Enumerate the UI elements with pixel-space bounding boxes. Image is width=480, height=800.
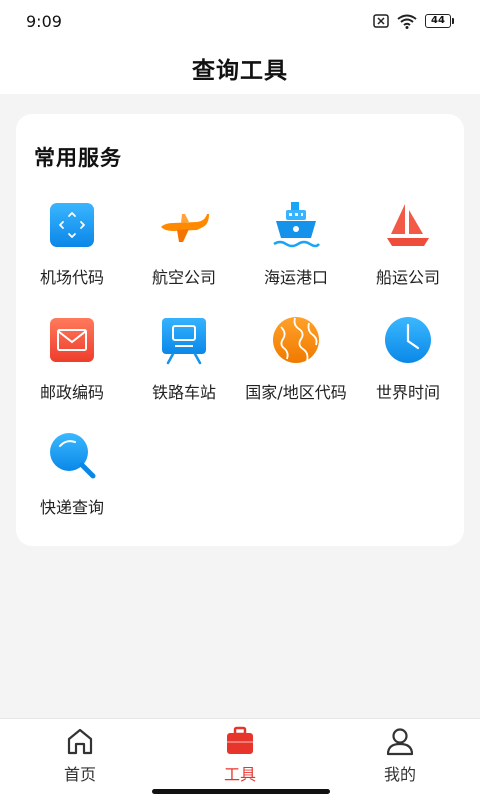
- airplane-icon: [161, 214, 209, 242]
- tool-label: 海运港口: [263, 268, 328, 287]
- clock-icon: [385, 317, 431, 363]
- status-bar: 9:09 44: [0, 0, 480, 42]
- tool-country-code[interactable]: 国家/地区代码: [240, 309, 352, 424]
- sailboat-icon: [387, 204, 429, 246]
- services-card: 常用服务 机场代码 航空公司 海运港口 船运公司 邮政编码 铁路车站 国家/地区…: [16, 114, 464, 546]
- home-indicator[interactable]: [152, 789, 330, 794]
- search-icon: [50, 433, 96, 479]
- battery-level: 44: [425, 14, 451, 28]
- nav-label: 我的: [383, 765, 416, 784]
- nav-label: 首页: [63, 765, 96, 784]
- wifi-icon: [397, 14, 417, 29]
- tool-airline[interactable]: 航空公司: [128, 194, 240, 309]
- status-icons: 44: [373, 14, 454, 29]
- nav-home[interactable]: 首页: [0, 719, 160, 800]
- bottom-nav: 首页 工具 我的: [0, 718, 480, 800]
- tool-label: 世界时间: [375, 383, 440, 402]
- tool-label: 邮政编码: [39, 383, 104, 402]
- sim-blocked-icon: [373, 14, 389, 28]
- airport-code-icon: [50, 203, 94, 247]
- mail-icon: [50, 318, 94, 362]
- home-icon: [67, 728, 93, 755]
- nav-label: 工具: [223, 765, 256, 784]
- tool-seaport[interactable]: 海运港口: [240, 194, 352, 309]
- tool-label: 机场代码: [39, 268, 104, 287]
- tool-express-query[interactable]: 快递查询: [16, 424, 128, 539]
- tool-postal-code[interactable]: 邮政编码: [16, 309, 128, 424]
- battery-icon: 44: [425, 14, 454, 28]
- ship-icon: [273, 202, 320, 248]
- tool-label: 船运公司: [375, 268, 440, 287]
- tool-world-time[interactable]: 世界时间: [352, 309, 464, 424]
- globe-icon: [273, 317, 319, 363]
- tool-label: 航空公司: [151, 268, 216, 287]
- toolbox-icon: [227, 726, 253, 754]
- header: 查询工具: [0, 42, 480, 94]
- tool-label: 快递查询: [39, 498, 104, 517]
- tool-shipping-company[interactable]: 船运公司: [352, 194, 464, 309]
- tool-label: 国家/地区代码: [245, 383, 347, 402]
- nav-tools[interactable]: 工具: [160, 719, 320, 800]
- nav-mine[interactable]: 我的: [320, 719, 480, 800]
- tools-grid: 机场代码 航空公司 海运港口 船运公司 邮政编码 铁路车站 国家/地区代码 世界…: [16, 194, 464, 539]
- train-icon: [162, 318, 206, 365]
- tool-railway-station[interactable]: 铁路车站: [128, 309, 240, 424]
- tool-label: 铁路车站: [151, 383, 216, 402]
- status-time: 9:09: [26, 11, 62, 31]
- tool-airport-code[interactable]: 机场代码: [16, 194, 128, 309]
- section-title: 常用服务: [34, 146, 122, 170]
- user-icon: [386, 728, 414, 756]
- page-title: 查询工具: [192, 58, 288, 84]
